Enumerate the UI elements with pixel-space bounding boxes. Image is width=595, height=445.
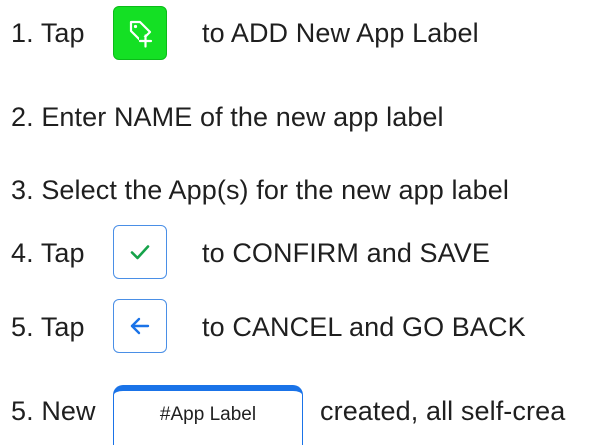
arrow-left-icon xyxy=(130,317,150,335)
step-1-prefix: 1. Tap xyxy=(11,18,85,48)
app-label-chip[interactable]: #App Label xyxy=(113,385,303,445)
cancel-back-button[interactable] xyxy=(113,299,167,353)
step-3-text: 3. Select the App(s) for the new app lab… xyxy=(11,175,510,205)
tag-plus-icon xyxy=(129,20,153,48)
step-5-prefix: 5. Tap xyxy=(11,312,85,342)
step-5-suffix: to CANCEL and GO BACK xyxy=(202,312,526,342)
step-1-suffix: to ADD New App Label xyxy=(202,18,479,48)
step-4-suffix: to CONFIRM and SAVE xyxy=(202,238,490,268)
checkmark-icon xyxy=(130,245,150,260)
step-6-prefix: 5. New xyxy=(11,396,96,426)
step-6-suffix: created, all self-crea xyxy=(320,396,566,426)
step-4-prefix: 4. Tap xyxy=(11,238,85,268)
app-label-chip-text: #App Label xyxy=(159,404,257,425)
step-2-text: 2. Enter NAME of the new app label xyxy=(11,102,444,132)
confirm-save-button[interactable] xyxy=(113,225,167,279)
add-app-label-button[interactable] xyxy=(113,6,167,60)
